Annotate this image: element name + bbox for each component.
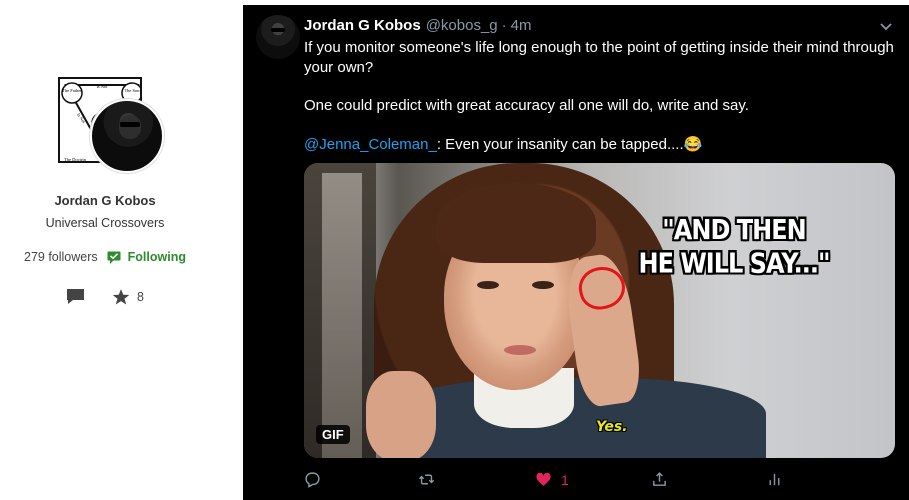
tweet-author-handle[interactable]: @kobos_g <box>426 17 498 34</box>
followers-count[interactable]: 279 followers <box>24 250 98 264</box>
profile-card: The Father The Son Is Not Is Not The Doc… <box>0 0 243 500</box>
reply-icon <box>305 472 320 488</box>
gif-badge: GIF <box>316 425 350 444</box>
share-icon <box>653 472 666 486</box>
tweet-paragraph-2: One could predict with great accuracy al… <box>304 97 749 114</box>
meme-caption-line-1: "AND THEN <box>662 213 806 246</box>
star-button[interactable]: 8 <box>112 288 144 306</box>
logo-text-is-not: Is Not <box>96 84 108 89</box>
gif-media[interactable]: "AND THEN HE WILL SAY..." Yes. GIF <box>304 163 895 458</box>
logo-text-doctrine: The Doctrin <box>64 157 87 162</box>
tweet-paragraph-1: If you monitor someone's life long enoug… <box>304 39 894 76</box>
heart-icon <box>536 472 551 486</box>
logo-text-is-not-left: Is Not <box>76 112 87 125</box>
chevron-down-icon[interactable] <box>879 22 893 32</box>
video-subtitle: Yes. <box>596 419 628 435</box>
mention-link[interactable]: @Jenna_Coleman_ <box>304 136 437 153</box>
meme-caption-line-2: HE WILL SAY..." <box>638 247 830 280</box>
header-separator: · <box>501 17 507 34</box>
comment-icon[interactable] <box>66 287 85 306</box>
star-count: 8 <box>137 289 144 304</box>
following-button[interactable]: Following <box>107 250 186 264</box>
tweet-header: Jordan G Kobos @kobos_g · 4m <box>304 17 531 34</box>
retweet-icon <box>418 474 435 485</box>
profile-group[interactable]: Universal Crossovers <box>0 216 210 230</box>
analytics-icon <box>769 473 780 486</box>
avatar[interactable] <box>90 99 164 173</box>
logo-text-son: The Son <box>124 88 140 93</box>
followers-row: 279 followers Following <box>24 250 186 264</box>
profile-name[interactable]: Jordan G Kobos <box>0 193 210 208</box>
tweet-avatar[interactable] <box>256 15 300 59</box>
reply-button[interactable] <box>304 471 321 488</box>
tweet-text: If you monitor someone's life long enoug… <box>304 38 894 173</box>
star-icon <box>112 288 130 304</box>
share-button[interactable] <box>651 471 668 488</box>
analytics-button[interactable] <box>766 471 783 488</box>
tweet-author-name[interactable]: Jordan G Kobos <box>304 17 421 34</box>
retweet-button[interactable] <box>418 471 435 488</box>
logo-text-father: The Father <box>62 88 82 93</box>
following-label: Following <box>127 250 186 264</box>
tweet-paragraph-3-text: : Even your insanity can be tapped....😂 <box>436 135 703 153</box>
following-icon <box>107 251 121 264</box>
like-count: 1 <box>561 471 569 488</box>
profile-actions: 8 <box>66 287 144 306</box>
tweet-card[interactable]: Jordan G Kobos @kobos_g · 4m If you moni… <box>243 5 909 500</box>
tweet-paragraph-3: @Jenna_Coleman_: Even your insanity can … <box>304 135 894 155</box>
like-button[interactable]: 1 <box>535 471 569 488</box>
tweet-actions: 1 <box>304 471 804 493</box>
tweet-timestamp[interactable]: 4m <box>511 17 532 34</box>
meme-caption: "AND THEN HE WILL SAY..." <box>634 214 834 281</box>
